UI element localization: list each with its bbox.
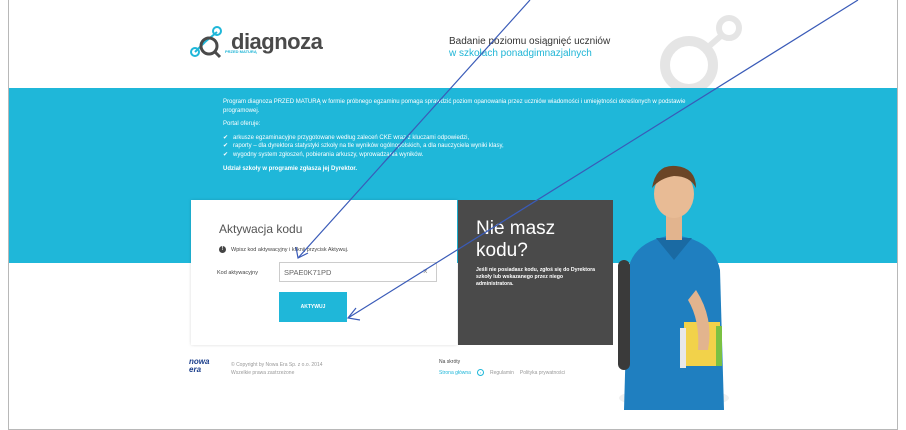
no-code-title: Nie masz kodu? (476, 218, 555, 262)
tagline: Badanie poziomu osiągnięć uczniów w szko… (449, 36, 610, 60)
molecule-logo-icon (187, 24, 227, 60)
no-code-panel: Nie masz kodu? Jeśli nie posiadasz kodu,… (458, 200, 613, 345)
info-icon: ! (219, 246, 226, 253)
shortcuts-label: Na skróty (439, 359, 461, 365)
activate-button[interactable]: AKTYWUJ (279, 292, 347, 322)
code-label: Kod aktywacyjny (217, 270, 258, 276)
tagline-line1: Badanie poziomu osiągnięć uczniów (449, 36, 611, 47)
activation-info-text: Wpisz kod aktywacyjny i kliknij przycisk… (231, 246, 349, 253)
link-home[interactable]: Strona główna (439, 370, 471, 376)
activation-info: ! Wpisz kod aktywacyjny i kliknij przyci… (219, 246, 348, 253)
rights-text: Wszelkie prawa zastrzeżone (231, 370, 295, 376)
diagnoza-logo[interactable]: diagnoza (187, 24, 323, 60)
copyright-text: © Copyright by Nowa Era Sp. z o.o. 2014 (231, 362, 323, 368)
activation-title: Aktywacja kodu (219, 222, 303, 236)
intro-paragraph: Program diagnoza PRZED MATURĄ w formie p… (223, 99, 686, 114)
code-activation-card: Aktywacja kodu ! Wpisz kod aktywacyjny i… (191, 200, 457, 345)
link-privacy[interactable]: Polityka prywatności (520, 370, 565, 376)
tagline-line2: w szkołach ponadgimnazjalnych (449, 48, 592, 59)
nowa-era-logo[interactable]: nowa era (189, 358, 215, 378)
page-footer: nowa era © Copyright by Nowa Era Sp. z o… (9, 352, 897, 392)
offers-label: Portal oferuje: (223, 121, 261, 127)
link-terms[interactable]: Regulamin (490, 370, 514, 376)
copyright: © Copyright by Nowa Era Sp. z o.o. 2014 … (231, 361, 323, 377)
no-code-title-line2: kodu? (476, 240, 528, 261)
no-code-title-line1: Nie masz (476, 218, 556, 239)
page-header: diagnoza PRZED MATURĄ Badanie poziomu os… (9, 0, 897, 94)
clear-input-icon[interactable]: × (423, 267, 428, 276)
offer-item: arkusze egzaminacyjne przygotowane wedłu… (223, 134, 723, 143)
logo-subtitle: PRZED MATURĄ (225, 49, 257, 54)
footer-links: Strona główna › Regulamin Polityka prywa… (439, 369, 565, 376)
no-code-text: Jeśli nie posiadasz kodu, zgłoś się do D… (476, 267, 596, 287)
home-circle-icon[interactable]: › (476, 369, 484, 376)
browser-viewport: diagnoza PRZED MATURĄ Badanie poziomu os… (8, 0, 898, 430)
activation-code-input[interactable] (279, 262, 437, 282)
